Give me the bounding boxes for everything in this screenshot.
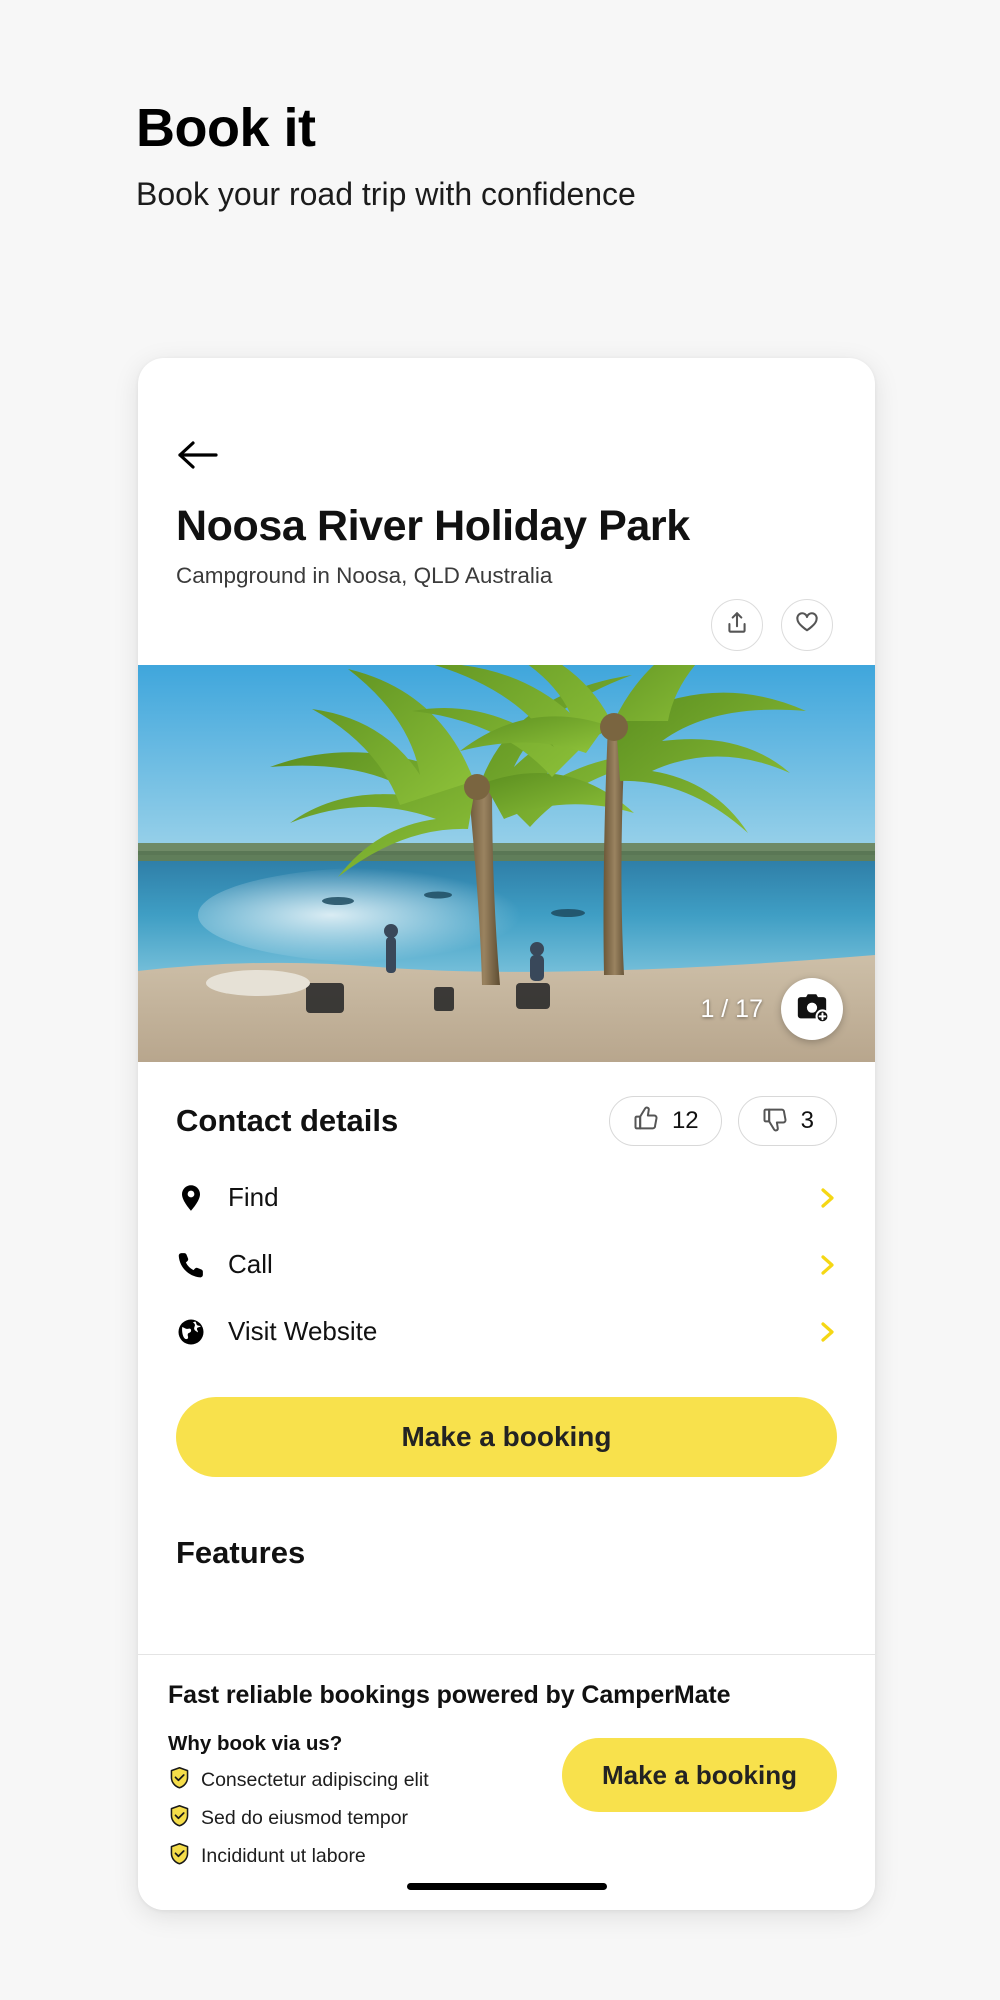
chevron-right-icon — [811, 1252, 837, 1278]
heart-outline-icon — [794, 610, 820, 641]
banner-title: Fast reliable bookings powered by Camper… — [168, 1681, 731, 1709]
home-indicator — [406, 1883, 607, 1890]
phone-preview-card: Noosa River Holiday Park Campground in N… — [138, 358, 875, 1910]
map-pin-icon — [176, 1183, 228, 1213]
contact-rows: Find Call Visit Website — [176, 1164, 837, 1365]
contact-row-label: Visit Website — [228, 1316, 378, 1347]
thumbs-up-button[interactable]: 12 — [608, 1096, 722, 1147]
booking-banner: Fast reliable bookings powered by Camper… — [138, 1654, 875, 1910]
thumbs-down-button[interactable]: 3 — [737, 1096, 837, 1147]
shield-check-icon — [168, 1842, 191, 1871]
list-item: Consectetur adipiscing elit — [168, 1766, 562, 1795]
header-actions — [176, 599, 837, 652]
contact-heading: Contact details — [176, 1103, 399, 1139]
add-photo-button[interactable] — [781, 978, 843, 1041]
page-subtitle: Book your road trip with confidence — [136, 175, 636, 212]
share-button[interactable] — [711, 599, 763, 652]
contact-row-label: Find — [228, 1182, 279, 1213]
shield-check-icon — [168, 1766, 191, 1795]
contact-row-find[interactable]: Find — [176, 1164, 837, 1231]
page-title: Book it — [136, 98, 316, 158]
detail-header: Noosa River Holiday Park Campground in N… — [138, 358, 875, 652]
banner-make-a-booking-button[interactable]: Make a booking — [561, 1738, 837, 1812]
hero-photo — [138, 665, 875, 1063]
contact-row-website[interactable]: Visit Website — [176, 1298, 837, 1365]
shield-check-icon — [168, 1804, 191, 1833]
share-upload-icon — [724, 610, 750, 641]
contact-header: Contact details 12 3 — [176, 1096, 837, 1147]
photo-counter: 1 / 17 — [700, 995, 763, 1024]
phone-icon — [176, 1250, 228, 1280]
chevron-right-icon — [811, 1319, 837, 1345]
contact-row-label: Call — [228, 1249, 273, 1280]
benefit-text: Consectetur adipiscing elit — [201, 1769, 429, 1791]
vote-group: 12 3 — [608, 1096, 837, 1147]
page-heading-block: Book it Book your road trip with confide… — [136, 100, 836, 215]
contact-row-call[interactable]: Call — [176, 1231, 837, 1298]
page-root: Book it Book your road trip with confide… — [0, 0, 1000, 2000]
arrow-left-icon[interactable] — [176, 438, 222, 472]
thumbs-up-count: 12 — [671, 1107, 699, 1135]
page-title-place: Noosa River Holiday Park — [176, 502, 690, 550]
camera-add-icon — [795, 990, 830, 1029]
why-book-label: Why book via us? — [168, 1732, 343, 1755]
thumbs-down-count: 3 — [800, 1107, 814, 1135]
favorite-button[interactable] — [781, 599, 833, 652]
globe-icon — [176, 1317, 228, 1347]
make-a-booking-button[interactable]: Make a booking — [176, 1397, 837, 1478]
list-item: Incididunt ut labore — [168, 1842, 562, 1871]
place-subtitle: Campground in Noosa, QLD Australia — [176, 563, 553, 589]
banner-benefits-block: Why book via us? Consectetur adipiscing … — [168, 1732, 562, 1880]
list-item: Sed do eiusmod tempor — [168, 1804, 562, 1833]
benefit-text: Incididunt ut labore — [201, 1845, 366, 1867]
benefit-text: Sed do eiusmod tempor — [201, 1807, 409, 1829]
benefit-list: Consectetur adipiscing elit Sed do eiusm… — [168, 1766, 562, 1871]
thumbs-up-icon — [632, 1105, 660, 1138]
thumbs-down-icon — [761, 1105, 789, 1138]
chevron-right-icon — [811, 1185, 837, 1211]
features-heading: Features — [176, 1535, 306, 1571]
contact-details-section: Contact details 12 3 Find Call Visit Web… — [138, 1096, 875, 1478]
photo-gallery[interactable]: 1 / 17 — [138, 665, 875, 1063]
banner-body: Why book via us? Consectetur adipiscing … — [168, 1732, 845, 1880]
